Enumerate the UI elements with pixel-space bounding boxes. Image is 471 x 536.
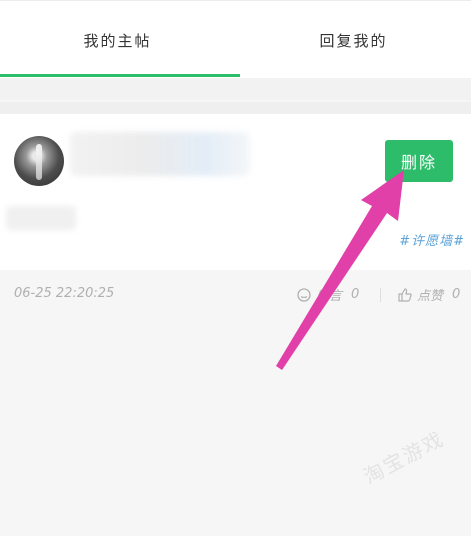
blurred-content xyxy=(6,206,76,230)
comment-action[interactable]: 留言 0 xyxy=(296,285,359,304)
like-count: 0 xyxy=(452,287,461,302)
tab-replies-to-me[interactable]: 回复我的 xyxy=(236,1,471,79)
like-label: 点赞 xyxy=(417,289,444,304)
comment-icon xyxy=(297,287,311,302)
comment-label: 留言 xyxy=(316,289,343,304)
post-meta: 06-25 22:20:25 留言 0 点赞 0 xyxy=(0,270,471,320)
avatar[interactable] xyxy=(14,136,64,186)
meta-divider xyxy=(380,288,381,302)
spacer-band xyxy=(0,78,471,100)
like-action[interactable]: 点赞 0 xyxy=(397,285,460,304)
post-timestamp: 06-25 22:20:25 xyxy=(14,286,115,301)
watermark: 淘宝游戏 xyxy=(359,426,449,489)
thumbs-up-icon xyxy=(398,287,412,302)
divider xyxy=(0,102,471,114)
topic-tag[interactable]: #许愿墙# xyxy=(399,230,465,249)
blurred-username xyxy=(70,132,250,176)
delete-button[interactable]: 删除 xyxy=(385,140,453,182)
post-card: 删除 #许愿墙# xyxy=(0,114,471,270)
comment-count: 0 xyxy=(351,287,360,302)
tab-my-posts[interactable]: 我的主帖 xyxy=(0,1,235,79)
tab-bar: 我的主帖 回复我的 xyxy=(0,0,471,79)
active-tab-indicator xyxy=(0,74,240,77)
